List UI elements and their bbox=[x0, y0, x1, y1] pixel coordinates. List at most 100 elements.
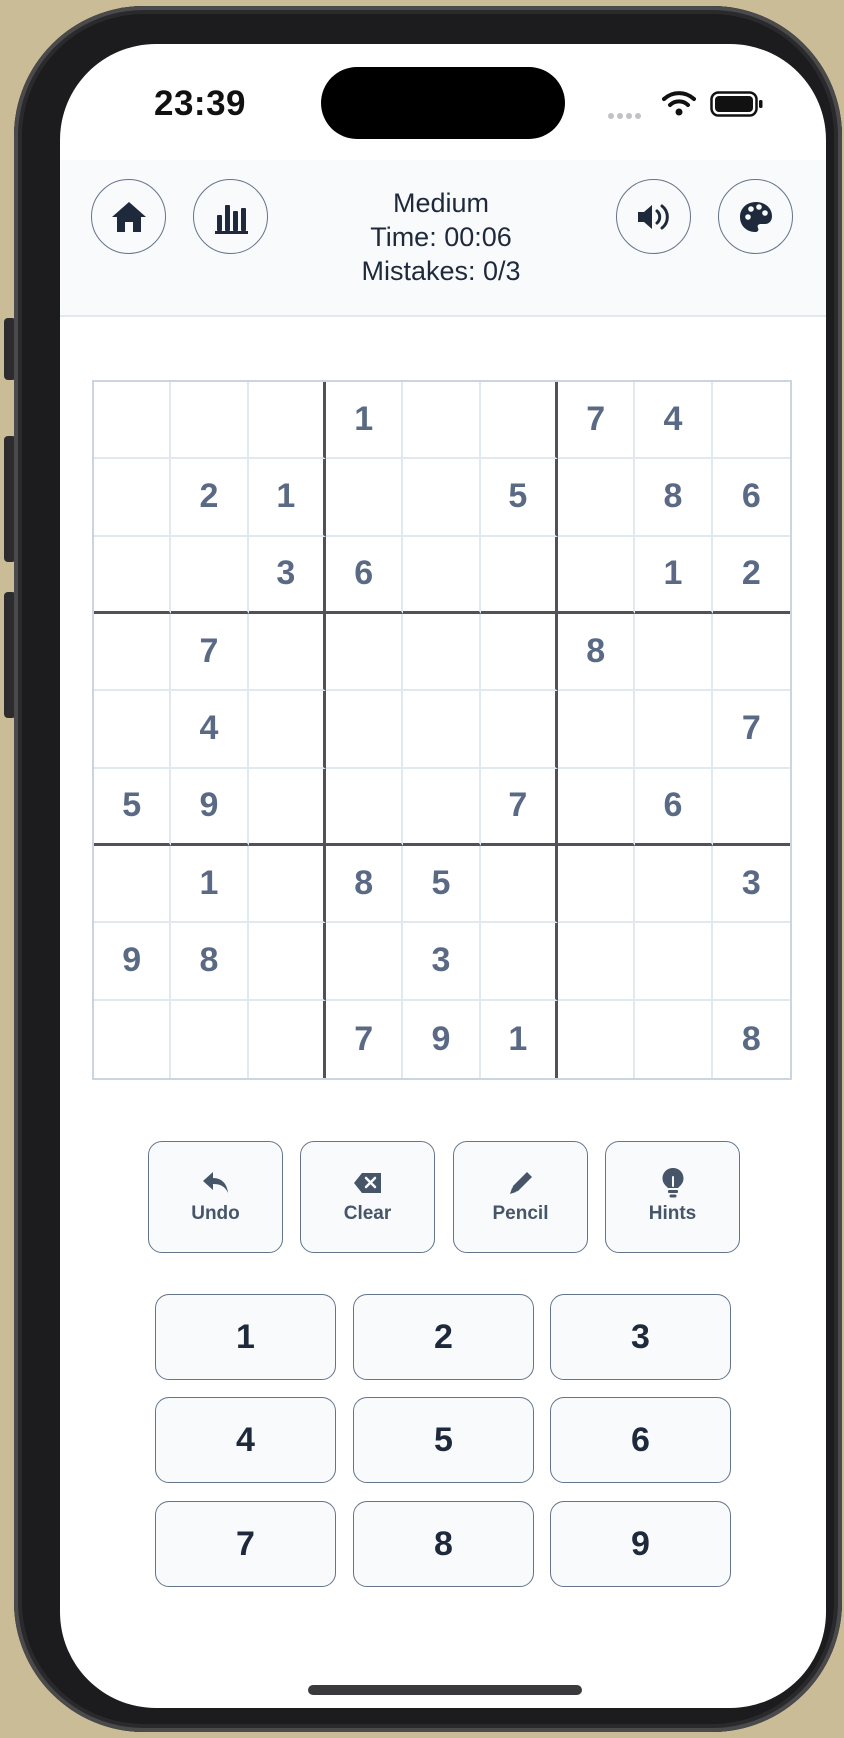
sudoku-cell-r9c6[interactable]: 1 bbox=[480, 1000, 558, 1078]
sudoku-cell-r2c6[interactable]: 5 bbox=[480, 459, 558, 537]
sudoku-cell-r4c1[interactable] bbox=[94, 614, 172, 692]
sudoku-cell-r8c4[interactable] bbox=[326, 923, 404, 1001]
sudoku-cell-r7c8[interactable] bbox=[635, 846, 713, 924]
number-button-9[interactable]: 9 bbox=[550, 1501, 731, 1587]
hints-button[interactable]: Hints bbox=[605, 1141, 740, 1253]
sudoku-cell-r7c5[interactable]: 5 bbox=[403, 846, 481, 924]
sudoku-cell-r3c7[interactable] bbox=[558, 536, 636, 614]
sudoku-cell-r5c7[interactable] bbox=[558, 691, 636, 769]
sudoku-cell-r1c5[interactable] bbox=[403, 382, 481, 460]
sudoku-cell-r8c7[interactable] bbox=[558, 923, 636, 1001]
sudoku-cell-r1c6[interactable] bbox=[480, 382, 558, 460]
sudoku-cell-r5c5[interactable] bbox=[403, 691, 481, 769]
sudoku-cell-r9c3[interactable] bbox=[248, 1000, 326, 1078]
stats-button[interactable] bbox=[193, 179, 268, 254]
sudoku-cell-r9c2[interactable] bbox=[171, 1000, 249, 1078]
sudoku-cell-r8c1[interactable]: 9 bbox=[94, 923, 172, 1001]
sudoku-cell-r3c5[interactable] bbox=[403, 536, 481, 614]
number-button-1[interactable]: 1 bbox=[155, 1294, 336, 1380]
sudoku-cell-r4c8[interactable] bbox=[635, 614, 713, 692]
sudoku-cell-r5c4[interactable] bbox=[326, 691, 404, 769]
sudoku-cell-r2c1[interactable] bbox=[94, 459, 172, 537]
sudoku-cell-r3c2[interactable] bbox=[171, 536, 249, 614]
sudoku-cell-r9c9[interactable]: 8 bbox=[712, 1000, 790, 1078]
sudoku-cell-r7c3[interactable] bbox=[248, 846, 326, 924]
sudoku-cell-r9c1[interactable] bbox=[94, 1000, 172, 1078]
sudoku-cell-r5c1[interactable] bbox=[94, 691, 172, 769]
sudoku-cell-r9c4[interactable]: 7 bbox=[326, 1000, 404, 1078]
sudoku-cell-r9c7[interactable] bbox=[558, 1000, 636, 1078]
sound-button[interactable] bbox=[616, 179, 691, 254]
sudoku-cell-r2c3[interactable]: 1 bbox=[248, 459, 326, 537]
number-button-6[interactable]: 6 bbox=[550, 1397, 731, 1483]
sudoku-cell-r5c3[interactable] bbox=[248, 691, 326, 769]
number-button-2[interactable]: 2 bbox=[353, 1294, 534, 1380]
sudoku-cell-r9c8[interactable] bbox=[635, 1000, 713, 1078]
sudoku-cell-r1c3[interactable] bbox=[248, 382, 326, 460]
number-button-3[interactable]: 3 bbox=[550, 1294, 731, 1380]
sudoku-cell-r8c3[interactable] bbox=[248, 923, 326, 1001]
sudoku-cell-r6c2[interactable]: 9 bbox=[171, 768, 249, 846]
sudoku-cell-r4c7[interactable]: 8 bbox=[558, 614, 636, 692]
sudoku-cell-r1c4[interactable]: 1 bbox=[326, 382, 404, 460]
sudoku-cell-r1c2[interactable] bbox=[171, 382, 249, 460]
sudoku-cell-r7c6[interactable] bbox=[480, 846, 558, 924]
home-button[interactable] bbox=[91, 179, 166, 254]
sudoku-cell-r6c7[interactable] bbox=[558, 768, 636, 846]
sudoku-cell-r8c6[interactable] bbox=[480, 923, 558, 1001]
sudoku-cell-r4c4[interactable] bbox=[326, 614, 404, 692]
sudoku-cell-r1c1[interactable] bbox=[94, 382, 172, 460]
sudoku-cell-r6c5[interactable] bbox=[403, 768, 481, 846]
sudoku-cell-r3c1[interactable] bbox=[94, 536, 172, 614]
sudoku-cell-r3c3[interactable]: 3 bbox=[248, 536, 326, 614]
sudoku-cell-r2c2[interactable]: 2 bbox=[171, 459, 249, 537]
number-button-8[interactable]: 8 bbox=[353, 1501, 534, 1587]
sudoku-cell-r6c6[interactable]: 7 bbox=[480, 768, 558, 846]
sudoku-cell-r1c9[interactable] bbox=[712, 382, 790, 460]
sudoku-cell-r8c9[interactable] bbox=[712, 923, 790, 1001]
clear-button[interactable]: Clear bbox=[300, 1141, 435, 1253]
sudoku-cell-r6c8[interactable]: 6 bbox=[635, 768, 713, 846]
sudoku-cell-r2c5[interactable] bbox=[403, 459, 481, 537]
sudoku-cell-r7c2[interactable]: 1 bbox=[171, 846, 249, 924]
sudoku-cell-r4c2[interactable]: 7 bbox=[171, 614, 249, 692]
sudoku-cell-r5c2[interactable]: 4 bbox=[171, 691, 249, 769]
sudoku-cell-r8c5[interactable]: 3 bbox=[403, 923, 481, 1001]
sudoku-cell-r4c6[interactable] bbox=[480, 614, 558, 692]
sudoku-cell-r1c7[interactable]: 7 bbox=[558, 382, 636, 460]
sudoku-cell-r2c4[interactable] bbox=[326, 459, 404, 537]
home-indicator[interactable] bbox=[308, 1685, 582, 1695]
sudoku-cell-r7c9[interactable]: 3 bbox=[712, 846, 790, 924]
sudoku-cell-r8c2[interactable]: 8 bbox=[171, 923, 249, 1001]
status-time: 23:39 bbox=[154, 84, 247, 123]
sudoku-cell-r2c8[interactable]: 8 bbox=[635, 459, 713, 537]
number-button-7[interactable]: 7 bbox=[155, 1501, 336, 1587]
sudoku-cell-r5c8[interactable] bbox=[635, 691, 713, 769]
sudoku-cell-r9c5[interactable]: 9 bbox=[403, 1000, 481, 1078]
undo-button[interactable]: Undo bbox=[148, 1141, 283, 1253]
sudoku-cell-r4c9[interactable] bbox=[712, 614, 790, 692]
sudoku-cell-r4c5[interactable] bbox=[403, 614, 481, 692]
sudoku-cell-r5c9[interactable]: 7 bbox=[712, 691, 790, 769]
number-button-4[interactable]: 4 bbox=[155, 1397, 336, 1483]
pencil-button[interactable]: Pencil bbox=[453, 1141, 588, 1253]
sudoku-cell-r7c1[interactable] bbox=[94, 846, 172, 924]
sudoku-cell-r7c4[interactable]: 8 bbox=[326, 846, 404, 924]
sudoku-cell-r6c3[interactable] bbox=[248, 768, 326, 846]
sudoku-cell-r3c9[interactable]: 2 bbox=[712, 536, 790, 614]
sudoku-cell-r3c6[interactable] bbox=[480, 536, 558, 614]
number-button-5[interactable]: 5 bbox=[353, 1397, 534, 1483]
sudoku-cell-r6c9[interactable] bbox=[712, 768, 790, 846]
sudoku-cell-r2c7[interactable] bbox=[558, 459, 636, 537]
theme-button[interactable] bbox=[718, 179, 793, 254]
sudoku-cell-r1c8[interactable]: 4 bbox=[635, 382, 713, 460]
sudoku-cell-r4c3[interactable] bbox=[248, 614, 326, 692]
sudoku-cell-r7c7[interactable] bbox=[558, 846, 636, 924]
sudoku-cell-r2c9[interactable]: 6 bbox=[712, 459, 790, 537]
sudoku-cell-r6c1[interactable]: 5 bbox=[94, 768, 172, 846]
sudoku-cell-r3c4[interactable]: 6 bbox=[326, 536, 404, 614]
sudoku-cell-r8c8[interactable] bbox=[635, 923, 713, 1001]
sudoku-cell-r5c6[interactable] bbox=[480, 691, 558, 769]
sudoku-cell-r3c8[interactable]: 1 bbox=[635, 536, 713, 614]
sudoku-cell-r6c4[interactable] bbox=[326, 768, 404, 846]
